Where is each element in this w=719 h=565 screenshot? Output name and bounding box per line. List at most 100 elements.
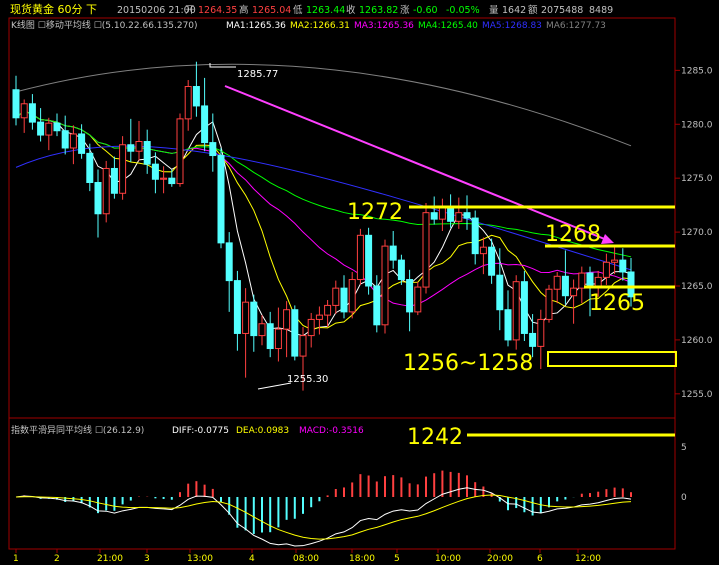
y-tick-label-0: 1285.0 xyxy=(681,66,713,76)
candle-body-58 xyxy=(488,246,496,276)
trendline-line xyxy=(224,85,608,241)
candle-body-64 xyxy=(537,318,545,347)
candle-body-23 xyxy=(201,105,209,144)
candle-body-49 xyxy=(414,286,422,313)
change-value: -0.60 xyxy=(413,5,438,16)
candle-body-66 xyxy=(553,275,561,290)
x-tick-label-4: 13:00 xyxy=(187,554,213,564)
candle-body-55 xyxy=(463,212,471,219)
level-1256-box xyxy=(547,351,677,367)
candle-body-15 xyxy=(135,141,143,152)
low-label: 低 xyxy=(293,4,303,16)
x-tick-label-6: 08:00 xyxy=(293,554,319,564)
candle-body-30 xyxy=(258,323,266,337)
low-marker: 1255.30 xyxy=(257,374,328,390)
amount-value: 2075488 xyxy=(541,5,583,16)
change-label: 涨 xyxy=(400,5,410,16)
x-tick-label-1: 2 xyxy=(54,554,60,564)
y-tick-label-5: 1260.0 xyxy=(681,336,713,346)
candle-body-60 xyxy=(504,309,512,341)
candle-body-56 xyxy=(471,217,479,255)
candle-body-44 xyxy=(373,285,381,326)
candle-body-12 xyxy=(110,167,118,194)
x-tick-label-12: 12:00 xyxy=(575,554,601,564)
ma5-value: MA5:1268.83 xyxy=(482,21,542,31)
ma-legend: K线图 ☐移动平均线 ☐(5.10.22.66.135.270) MA1:126… xyxy=(11,19,606,31)
candle-body-41 xyxy=(348,279,356,313)
trendline xyxy=(224,85,614,244)
candle-body-45 xyxy=(381,245,389,326)
candle-body-72 xyxy=(602,261,610,278)
high-marker-line xyxy=(209,63,236,68)
macd-legend-title: 指数平滑异同平均线 ☐(26.12.9) xyxy=(11,424,144,436)
chart-canvas[interactable]: 现货黄金 60分 下 20150206 21:00 开 1264.35 高 12… xyxy=(0,0,719,565)
high-value: 1265.04 xyxy=(252,5,291,16)
candle-body-35 xyxy=(299,335,307,357)
high-marker: 1285.77 xyxy=(209,63,278,80)
ma-legend-title: K线图 ☐移动平均线 ☐(5.10.22.66.135.270) xyxy=(11,19,198,31)
candle-body-16 xyxy=(143,141,151,165)
candle-body-13 xyxy=(119,144,127,194)
price-axis: 1285.0 1280.0 1275.0 1270.0 1265.0 1260.0 1255… xyxy=(675,66,713,400)
high-label: 高 xyxy=(239,4,249,16)
macd-dea: DEA:0.0983 xyxy=(236,426,289,436)
y-tick-label-3: 1270.0 xyxy=(681,228,713,238)
candle-body-14 xyxy=(127,144,135,152)
candlesticks xyxy=(12,61,635,391)
y-tick-label-1: 1280.0 xyxy=(681,120,713,130)
candle-body-42 xyxy=(356,234,364,281)
candle-body-24 xyxy=(209,142,217,157)
high-marker-label: 1285.77 xyxy=(237,69,278,80)
level-1268-label: 1268 xyxy=(545,222,601,247)
ma-line-2 xyxy=(15,110,632,330)
candle-body-3 xyxy=(37,121,45,136)
candle-body-18 xyxy=(160,177,168,180)
low-value: 1263.44 xyxy=(306,5,345,16)
candle-body-8 xyxy=(78,133,86,154)
candle-body-17 xyxy=(151,163,159,180)
candle-body-70 xyxy=(586,272,594,287)
candle-body-61 xyxy=(512,281,520,341)
candle-body-69 xyxy=(578,272,586,289)
macd-tick-label-1: 0 xyxy=(681,493,687,503)
candle-body-50 xyxy=(422,212,430,288)
macd-tick-label-0: 5 xyxy=(681,443,687,453)
chart-frame xyxy=(8,17,676,550)
candle-body-48 xyxy=(406,279,414,313)
candle-body-67 xyxy=(561,275,569,297)
quote-date: 20150206 21:00 xyxy=(117,5,196,16)
time-axis: 1 2 21:00 3 13:00 4 08:00 18:00 5 10:00 20:00 6 12:0… xyxy=(13,549,601,564)
candle-body-71 xyxy=(594,276,602,287)
x-tick-label-9: 10:00 xyxy=(435,554,461,564)
candle-body-31 xyxy=(266,323,274,350)
y-tick-label-4: 1265.0 xyxy=(681,282,713,292)
ma1-value: MA1:1265.36 xyxy=(226,21,286,31)
x-tick-label-11: 6 xyxy=(537,554,543,564)
candle-body-73 xyxy=(611,259,619,263)
macd-dea-line xyxy=(15,494,632,540)
candle-body-6 xyxy=(61,130,69,149)
candle-body-39 xyxy=(332,287,340,306)
macd-panel: 50 xyxy=(15,443,687,547)
candle-body-10 xyxy=(94,181,102,215)
ma6-value: MA6:1277.73 xyxy=(546,21,606,31)
ma-line-1 xyxy=(15,110,632,337)
candle-body-34 xyxy=(291,309,299,357)
candle-body-9 xyxy=(86,152,94,183)
ma2-value: MA2:1266.31 xyxy=(290,21,350,31)
candle-body-32 xyxy=(274,328,282,350)
candle-body-26 xyxy=(225,242,233,282)
close-label: 收 xyxy=(346,4,356,16)
level-1256-label: 1256~1258 xyxy=(403,351,533,376)
change-pct: -0.05% xyxy=(446,5,480,16)
low-marker-label: 1255.30 xyxy=(287,374,328,385)
ma-line-6 xyxy=(15,63,632,147)
candle-body-1 xyxy=(20,103,28,119)
x-tick-label-2: 21:00 xyxy=(97,554,123,564)
candle-body-62 xyxy=(520,281,528,334)
candle-body-74 xyxy=(619,259,627,273)
candle-body-22 xyxy=(192,86,200,107)
candle-body-19 xyxy=(168,177,176,185)
volume-value: 1642 xyxy=(502,5,526,16)
x-tick-label-0: 1 xyxy=(13,554,19,564)
